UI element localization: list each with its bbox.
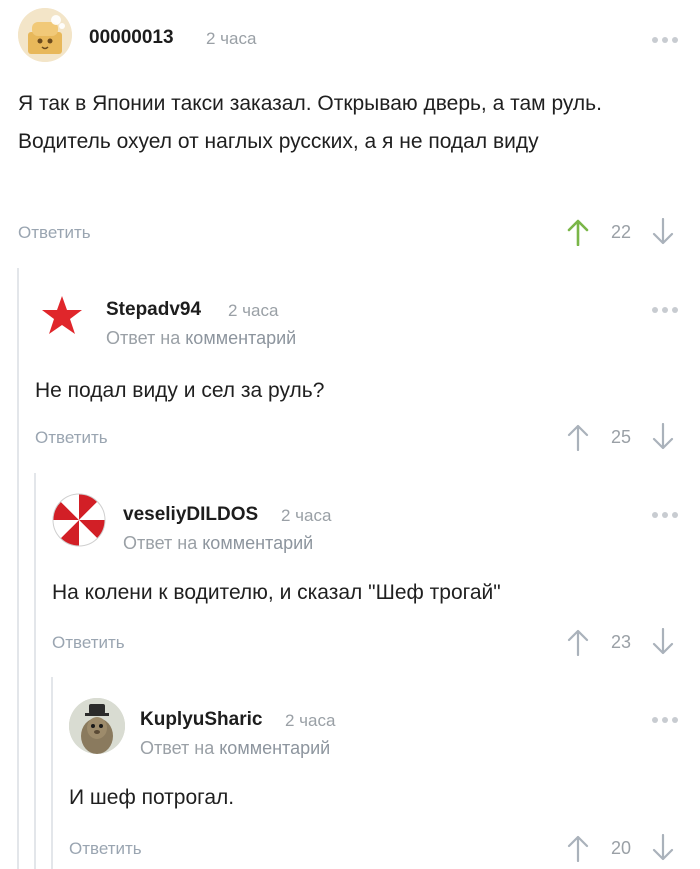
downvote-arrow-icon[interactable] xyxy=(652,218,674,246)
reply-target-link[interactable]: комментарий xyxy=(202,533,313,553)
avatar[interactable] xyxy=(52,493,106,547)
avatar[interactable] xyxy=(18,8,72,62)
avatar[interactable] xyxy=(69,698,125,754)
rating-count: 23 xyxy=(611,632,632,652)
thread-line xyxy=(17,268,19,869)
red-star-icon xyxy=(42,296,82,334)
comment: KuplyuSharic 2 часа Ответ на комментарий… xyxy=(69,692,678,867)
reply-to-label: Ответ на комментарий xyxy=(106,328,296,349)
comment-author[interactable]: 00000013 xyxy=(89,27,174,49)
comment: 00000013 2 часа Я так в Японии такси зак… xyxy=(18,8,678,258)
comment-text: Я так в Японии такси заказал. Открываю д… xyxy=(18,92,602,153)
more-options-icon[interactable] xyxy=(652,37,678,43)
reply-to-label: Ответ на комментарий xyxy=(123,533,313,554)
upvote-arrow-icon[interactable] xyxy=(567,834,589,862)
thread-line xyxy=(34,473,36,869)
reply-target-link[interactable]: комментарий xyxy=(219,738,330,758)
upvote-arrow-icon[interactable] xyxy=(567,628,589,656)
comment-text: Не подал виду и сел за руль? xyxy=(35,379,325,402)
more-options-icon[interactable] xyxy=(652,512,678,518)
rating-count: 22 xyxy=(611,222,632,242)
rating-count: 25 xyxy=(611,427,632,447)
reply-button[interactable]: Ответить xyxy=(18,223,91,243)
reply-prefix: Ответ на xyxy=(123,533,198,553)
downvote-arrow-icon[interactable] xyxy=(652,834,674,862)
comment-author[interactable]: veseliyDILDOS xyxy=(123,504,258,526)
more-options-icon[interactable] xyxy=(652,717,678,723)
reply-target-link[interactable]: комментарий xyxy=(185,328,296,348)
comment-text: На колени к водителю, и сказал "Шеф трог… xyxy=(52,581,501,604)
comment-time: 2 часа xyxy=(281,506,332,525)
downvote-arrow-icon[interactable] xyxy=(652,423,674,451)
reply-prefix: Ответ на xyxy=(106,328,181,348)
reply-button[interactable]: Ответить xyxy=(35,428,108,448)
rating-count: 20 xyxy=(611,838,632,858)
comment-author[interactable]: KuplyuSharic xyxy=(140,709,262,731)
comment-time: 2 часа xyxy=(285,711,336,730)
umbrella-logo-icon xyxy=(52,493,106,547)
upvote-arrow-icon[interactable] xyxy=(567,218,589,246)
reply-button[interactable]: Ответить xyxy=(52,633,125,653)
avatar[interactable] xyxy=(35,288,89,342)
reply-to-label: Ответ на комментарий xyxy=(140,738,330,759)
reply-prefix: Ответ на xyxy=(140,738,215,758)
comment: veseliyDILDOS 2 часа Ответ на комментари… xyxy=(52,487,678,667)
comment-time: 2 часа xyxy=(228,301,279,320)
downvote-arrow-icon[interactable] xyxy=(652,628,674,656)
hare-avatar-icon xyxy=(69,698,125,754)
more-options-icon[interactable] xyxy=(652,307,678,313)
thread-line xyxy=(51,677,53,869)
upvote-arrow-icon[interactable] xyxy=(567,423,589,451)
comment: Stepadv94 2 часа Ответ на комментарий Не… xyxy=(35,282,678,462)
reply-button[interactable]: Ответить xyxy=(69,839,142,859)
cat-avatar-icon xyxy=(18,8,72,62)
comment-author[interactable]: Stepadv94 xyxy=(106,299,201,321)
comment-text: И шеф потрогал. xyxy=(69,786,235,809)
comment-time: 2 часа xyxy=(206,29,257,48)
